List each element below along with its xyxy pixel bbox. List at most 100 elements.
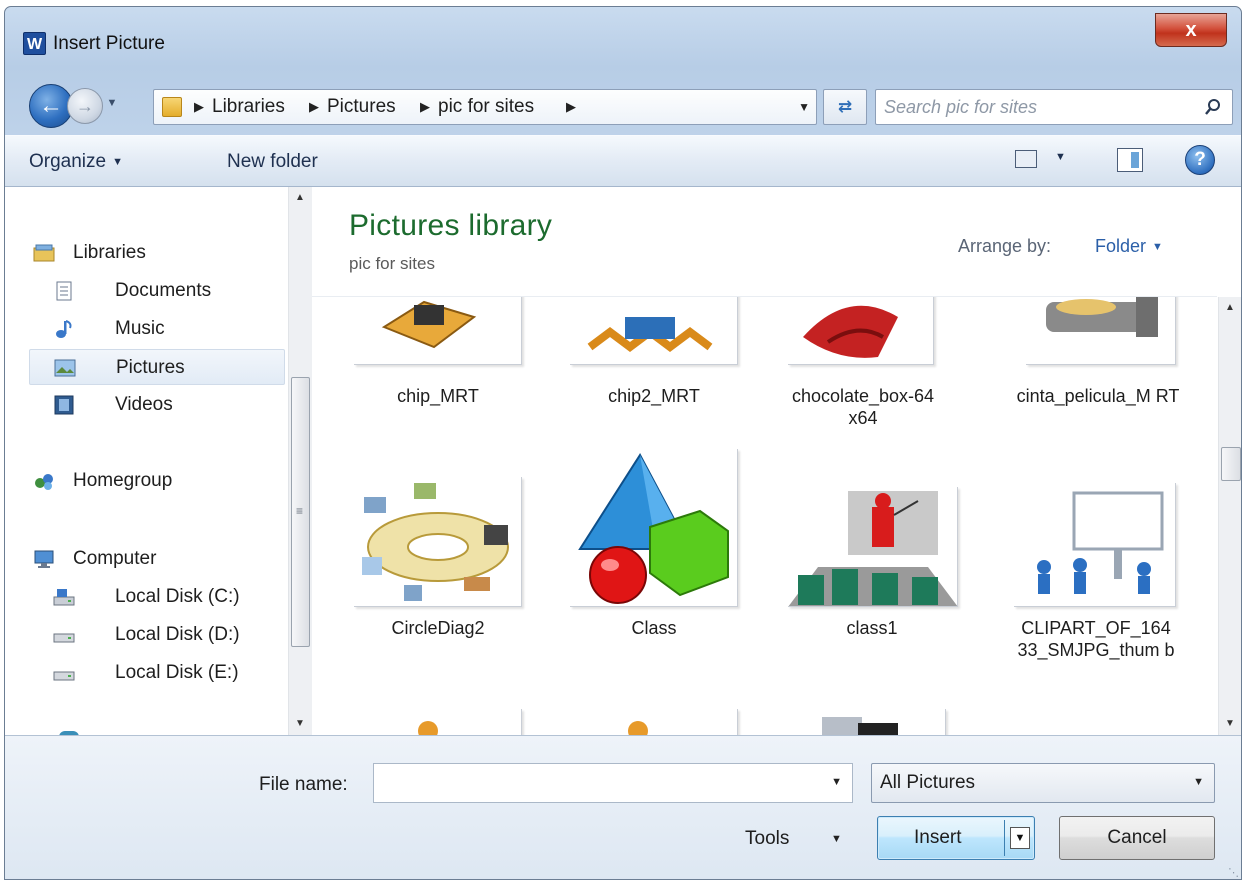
folder-icon [162,97,182,117]
organize-label: Organize [29,151,107,172]
nav-label: Local Disk (E:) [115,662,239,683]
file-name[interactable]: class1 [782,617,962,639]
nav-item-documents[interactable]: Documents [53,273,283,309]
library-title: Pictures library [349,209,553,242]
chevron-down-icon: ▼ [1193,776,1204,788]
arrange-by-dropdown[interactable]: Folder ▼ [1095,236,1163,257]
nav-item-local-disk-c[interactable]: Local Disk (C:) [53,579,283,615]
file-type-filter[interactable]: All Pictures ▼ [871,763,1215,803]
new-folder-button[interactable]: New folder [227,150,318,174]
insert-options-chevron-icon[interactable]: ▼ [1010,827,1030,849]
nav-scroll-thumb[interactable]: ≡ [291,377,310,647]
clipart-image [418,721,438,735]
help-icon[interactable]: ? [1185,145,1215,175]
library-subtitle: pic for sites [349,254,435,273]
document-icon [56,281,72,301]
nav-item-computer[interactable]: Computer [33,541,283,577]
file-name[interactable]: CircleDiag2 [348,617,528,639]
command-toolbar: Organize ▼ New folder ▼ ? [5,135,1241,187]
organize-button[interactable]: Organize ▼ [29,150,123,174]
library-header: Pictures library pic for sites Arrange b… [312,187,1217,297]
file-name-input[interactable] [380,770,810,796]
address-dropdown-icon[interactable]: ▼ [798,97,810,117]
file-thumbnail[interactable] [354,709,522,735]
file-name[interactable]: chocolate_box-64 x64 [778,385,948,429]
breadcrumb-arrow-icon[interactable]: ▶ [194,97,204,117]
tools-button[interactable]: Tools [745,828,789,850]
file-thumbnail[interactable] [788,709,946,735]
file-name[interactable]: cinta_pelicula_M RT [1002,385,1194,407]
file-name[interactable]: Class [564,617,744,639]
insert-button[interactable]: Insert ▼ [877,816,1035,860]
nav-item-pictures[interactable]: Pictures [29,349,285,385]
videos-icon [54,395,74,415]
presentation-clipart-image [1037,491,1164,594]
pictures-icon [54,359,76,377]
chevron-down-icon: ▼ [1152,241,1163,253]
nav-label: Computer [73,548,157,569]
nav-label: Videos [115,394,173,415]
shapes-image [578,453,729,604]
search-icon[interactable] [1204,98,1222,116]
file-name-combobox[interactable]: ▼ [373,763,853,803]
nav-item-music[interactable]: Music [53,311,283,347]
breadcrumb-arrow-icon[interactable]: ▶ [566,97,576,117]
split-divider [1004,820,1005,856]
nav-item-libraries[interactable]: Libraries [33,235,283,271]
nav-item-videos[interactable]: Videos [53,387,283,423]
refresh-icon: ⇄ [837,97,853,116]
scroll-up-icon[interactable]: ▲ [289,187,311,209]
file-list-scrollbar[interactable]: ▲ ▼ [1218,297,1241,735]
nav-item-local-disk-e[interactable]: Local Disk (E:) [53,655,283,691]
file-thumbnail[interactable] [570,709,738,735]
scroll-up-icon[interactable]: ▲ [1219,297,1241,319]
drive-icon [53,671,75,681]
file-thumbnail[interactable] [788,487,958,607]
file-thumbnail[interactable] [1014,483,1176,607]
window-title: Insert Picture [53,33,165,54]
file-name[interactable]: chip2_MRT [564,385,744,407]
close-button[interactable]: x [1155,13,1227,47]
nav-pane-scrollbar[interactable]: ▲ ≡ ▼ [288,187,312,735]
resize-grip-icon[interactable]: ⋱ [1228,866,1239,879]
file-name-label: File name: [259,774,348,795]
file-thumbnail[interactable] [354,477,522,607]
libraries-icon [33,244,55,262]
forward-button[interactable]: → [67,88,103,124]
address-bar[interactable]: ▶ Libraries ▶ Pictures ▶ pic for sites ▶… [153,89,817,125]
recent-pages-button[interactable]: ▼ [105,93,119,113]
nav-label: Homegroup [73,470,173,491]
refresh-button[interactable]: ⇄ [823,89,867,125]
view-options-chevron-icon[interactable]: ▼ [1055,151,1066,163]
dialog-footer: File name: ▼ All Pictures ▼ Tools ▼ Inse… [5,735,1241,879]
breadcrumb-pictures[interactable]: Pictures [327,95,396,119]
drive-icon [53,633,75,643]
search-box[interactable] [875,89,1233,125]
clipart-image [822,717,898,735]
nav-label: Music [115,318,165,339]
cancel-button[interactable]: Cancel [1059,816,1215,860]
chevron-down-icon[interactable]: ▼ [831,776,842,788]
scroll-down-icon[interactable]: ▼ [289,713,311,735]
breadcrumb-libraries[interactable]: Libraries [212,95,285,119]
file-thumbnail[interactable] [570,449,738,607]
nav-item-homegroup[interactable]: Homegroup [33,463,283,499]
file-list-scroll-thumb[interactable] [1221,447,1241,481]
file-name[interactable]: CLIPART_OF_164 33_SMJPG_thum b [998,617,1194,661]
chevron-down-icon: ▼ [106,97,118,109]
classroom-image [788,491,957,606]
tools-chevron-icon[interactable]: ▼ [831,833,842,845]
music-icon [56,320,72,338]
insert-picture-dialog: W Insert Picture x ← → ▼ ▶ Libraries ▶ P… [4,6,1242,880]
breadcrumb-arrow-icon[interactable]: ▶ [420,97,430,117]
breadcrumb-pic-for-sites[interactable]: pic for sites [438,95,534,119]
file-list-pane: chip_MRT chip2_MRT chocolate_box-64 x64 … [312,187,1241,735]
change-view-icon[interactable] [1015,150,1037,168]
preview-pane-icon[interactable] [1117,148,1143,172]
scroll-down-icon[interactable]: ▼ [1219,713,1241,735]
search-input[interactable] [884,94,1184,120]
breadcrumb-arrow-icon[interactable]: ▶ [309,97,319,117]
nav-label: Local Disk (D:) [115,624,240,645]
file-name[interactable]: chip_MRT [348,385,528,407]
nav-item-local-disk-d[interactable]: Local Disk (D:) [53,617,283,653]
